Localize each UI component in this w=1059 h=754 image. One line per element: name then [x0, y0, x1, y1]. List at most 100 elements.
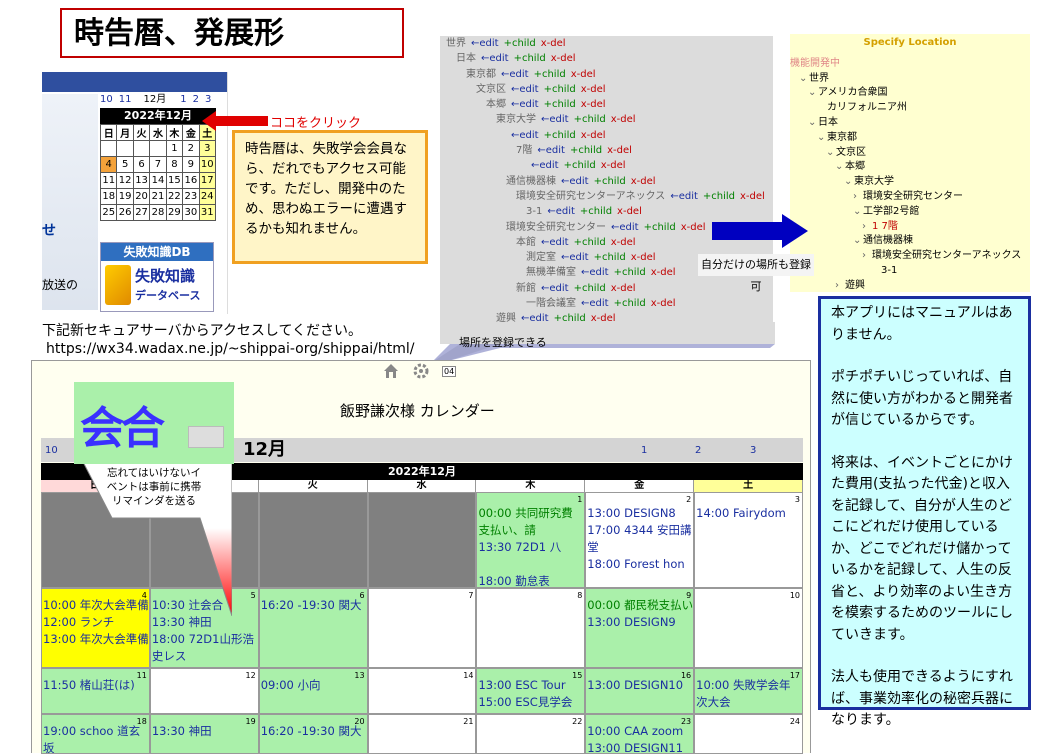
calendar-event[interactable]: 17:00 4344 安田講堂: [586, 522, 693, 556]
delete-link[interactable]: x-del: [611, 283, 636, 294]
calendar-day-cell[interactable]: 13 09:00 小向: [258, 668, 368, 714]
chevron-icon[interactable]: ›: [862, 220, 872, 235]
mini-nav-11[interactable]: 11: [119, 92, 132, 108]
add-child-link[interactable]: +child: [544, 130, 576, 141]
mini-day-cell[interactable]: 11: [99, 172, 118, 189]
calendar-day-cell[interactable]: 19 13:30 神田: [149, 714, 259, 754]
calendar-day-cell[interactable]: 11 11:50 楮山荘(は): [41, 668, 150, 714]
delete-link[interactable]: x-del: [740, 191, 765, 202]
specify-tree-item[interactable]: › 1 7階: [790, 220, 1030, 235]
chevron-icon[interactable]: ›: [835, 279, 845, 292]
calendar-event[interactable]: 09:00 小向: [260, 677, 367, 694]
add-child-link[interactable]: +child: [594, 176, 626, 187]
shippai-db-banner[interactable]: 失敗知識DB 失敗知識 データベース: [100, 242, 214, 312]
chevron-icon[interactable]: ⌄: [844, 175, 854, 190]
calendar-badge[interactable]: 04: [442, 366, 457, 377]
edit-link[interactable]: ←edit: [541, 283, 569, 294]
calendar-event[interactable]: 14:00 Fairydom: [695, 505, 802, 522]
mini-day-cell[interactable]: 10: [198, 156, 217, 173]
mini-day-cell[interactable]: 18: [99, 188, 118, 205]
calendar-event[interactable]: 18:00 Forest hon: [586, 556, 693, 573]
home-icon[interactable]: [382, 362, 400, 380]
delete-link[interactable]: x-del: [607, 145, 632, 156]
specify-tree-item[interactable]: ⌄ 工学部2号館: [790, 205, 1030, 220]
delete-link[interactable]: x-del: [581, 130, 606, 141]
add-child-link[interactable]: +child: [544, 84, 576, 95]
delete-link[interactable]: x-del: [611, 237, 636, 248]
add-child-link[interactable]: +child: [574, 114, 606, 125]
mini-nav-2[interactable]: 2: [193, 92, 199, 108]
delete-link[interactable]: x-del: [601, 160, 626, 171]
add-child-link[interactable]: +child: [574, 237, 606, 248]
calendar-nav-prev[interactable]: 10: [45, 445, 58, 456]
calendar-day-cell[interactable]: 8: [476, 588, 586, 668]
mini-day-cell[interactable]: 20: [132, 188, 151, 205]
calendar-day-cell[interactable]: 23 10:00 CAA zoom 13:00 DESIGN11: [585, 714, 695, 754]
calendar-day-cell[interactable]: 10: [694, 588, 804, 668]
chevron-icon[interactable]: ⌄: [799, 72, 809, 87]
mini-calendar-header[interactable]: 2022年12月: [100, 108, 216, 124]
chevron-icon[interactable]: ›: [862, 249, 872, 264]
edit-link[interactable]: ←edit: [561, 252, 589, 263]
specify-tree-item[interactable]: ⌄ 本郷: [790, 160, 1030, 175]
calendar-day-cell[interactable]: 21: [367, 714, 477, 754]
calendar-day-cell[interactable]: 9 00:00 都民税支払い 13:00 DESIGN9: [585, 588, 695, 668]
delete-link[interactable]: x-del: [631, 176, 656, 187]
calendar-day-cell[interactable]: 17 10:00 失敗学会年次大会: [694, 668, 804, 714]
edit-link[interactable]: ←edit: [581, 267, 609, 278]
mini-day-cell[interactable]: 3: [198, 140, 217, 157]
calendar-day-cell[interactable]: 15 13:00 ESC Tour 15:00 ESC見学会: [476, 668, 586, 714]
chevron-icon[interactable]: ⌄: [853, 205, 863, 220]
mini-day-cell[interactable]: 16: [182, 172, 200, 189]
delete-link[interactable]: x-del: [571, 69, 596, 80]
edit-link[interactable]: ←edit: [537, 145, 565, 156]
specify-tree-item[interactable]: › 遊興: [790, 279, 1030, 292]
mini-day-cell[interactable]: 14: [149, 172, 167, 189]
mini-day-cell[interactable]: 7: [149, 156, 167, 173]
edit-link[interactable]: ←edit: [561, 176, 589, 187]
add-child-link[interactable]: +child: [564, 160, 596, 171]
mini-day-cell[interactable]: 27: [132, 204, 151, 221]
calendar-event[interactable]: 13:00 DESIGN9: [586, 614, 693, 631]
calendar-day-cell[interactable]: 7: [367, 588, 477, 668]
mini-day-cell[interactable]: 25: [99, 204, 118, 221]
delete-link[interactable]: x-del: [541, 38, 566, 49]
add-child-link[interactable]: +child: [570, 145, 602, 156]
edit-link[interactable]: ←edit: [547, 206, 575, 217]
mini-day-cell[interactable]: 2: [182, 140, 200, 157]
calendar-event[interactable]: 19:00 schoo 道玄坂: [42, 723, 149, 753]
edit-link[interactable]: ←edit: [511, 99, 539, 110]
add-child-link[interactable]: +child: [574, 283, 606, 294]
mini-day-cell[interactable]: 30: [182, 204, 200, 221]
delete-link[interactable]: x-del: [581, 84, 606, 95]
mini-day-cell[interactable]: 31: [198, 204, 217, 221]
calendar-event[interactable]: 00:00 都民税支払い: [586, 597, 693, 614]
edit-link[interactable]: ←edit: [670, 191, 698, 202]
calendar-event[interactable]: 13:00 ESC Tour: [477, 677, 584, 694]
mini-day-cell[interactable]: 8: [165, 156, 184, 173]
calendar-event[interactable]: 10:00 CAA zoom: [586, 723, 693, 740]
edit-link[interactable]: ←edit: [511, 130, 539, 141]
add-child-link[interactable]: +child: [514, 53, 546, 64]
mini-day-cell[interactable]: 1: [165, 140, 184, 157]
add-child-link[interactable]: +child: [594, 252, 626, 263]
specify-tree-item[interactable]: ⌄ 文京区: [790, 146, 1030, 161]
calendar-event[interactable]: 12:00 ランチ: [42, 614, 149, 631]
mini-day-cell[interactable]: 5: [116, 156, 134, 173]
calendar-day-cell[interactable]: 12: [149, 668, 259, 714]
calendar-event[interactable]: 13:30 72D1 八: [477, 539, 584, 556]
calendar-day-cell[interactable]: 1 00:00 共同研究費支払い、請 13:30 72D1 八 18:00 勤怠表: [476, 492, 586, 588]
mini-day-cell[interactable]: 26: [116, 204, 134, 221]
edit-link[interactable]: ←edit: [581, 298, 609, 309]
edit-link[interactable]: ←edit: [501, 69, 529, 80]
mini-day-cell[interactable]: 23: [182, 188, 200, 205]
edit-link[interactable]: ←edit: [511, 84, 539, 95]
specify-tree-item[interactable]: › 環境安全研究センターアネックス: [790, 249, 1030, 264]
edit-link[interactable]: ←edit: [471, 38, 499, 49]
calendar-nav-next-3[interactable]: 3: [750, 445, 756, 456]
calendar-event[interactable]: 11:50 楮山荘(は): [42, 677, 149, 694]
mini-day-cell[interactable]: 6: [132, 156, 151, 173]
calendar-event[interactable]: 10:00 失敗学会年次大会: [695, 677, 802, 711]
access-url[interactable]: https://wx34.wadax.ne.jp/~shippai-org/sh…: [46, 340, 414, 358]
calendar-day-cell[interactable]: 6 16:20 -19:30 関大: [258, 588, 368, 668]
